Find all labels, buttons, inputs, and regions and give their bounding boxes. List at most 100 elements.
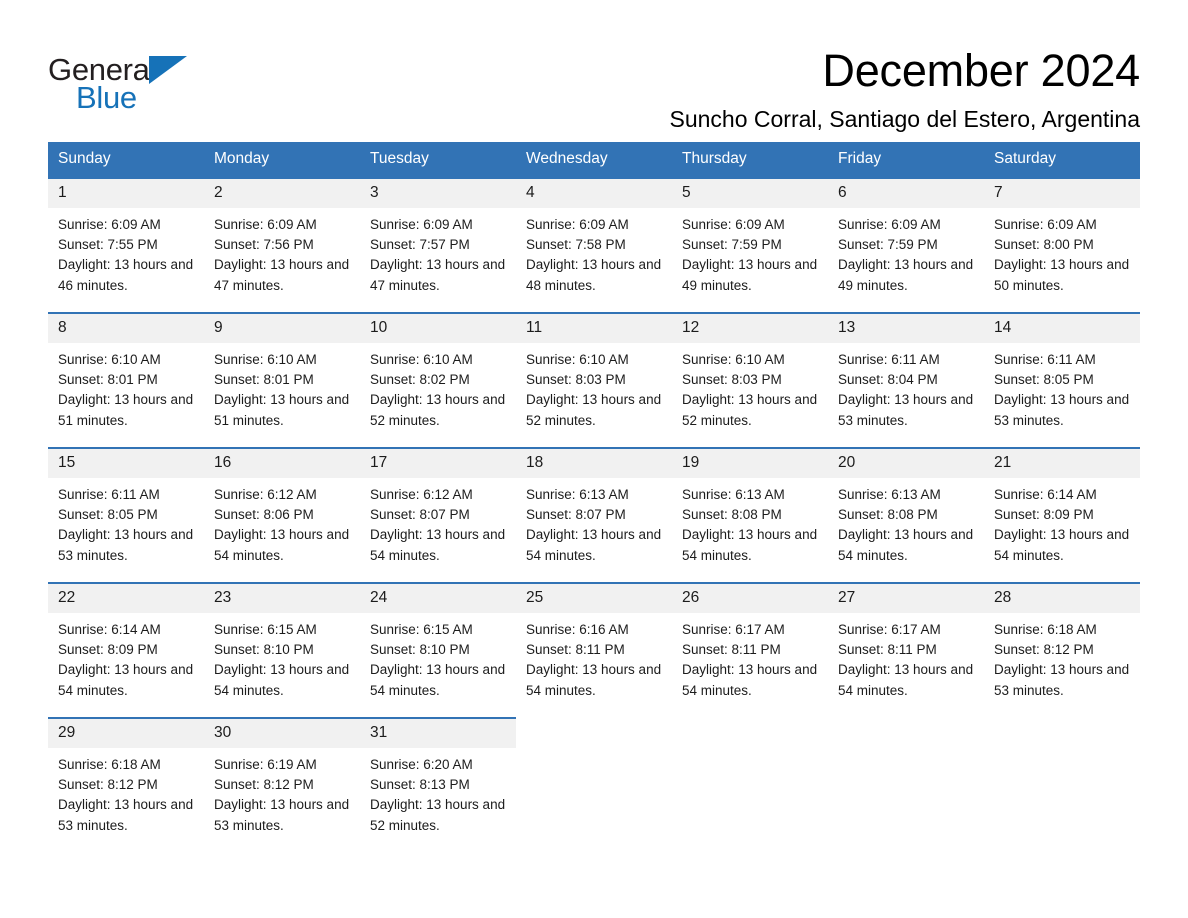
day-details: Sunrise: 6:13 AM Sunset: 8:08 PM Daylight:… xyxy=(828,478,984,566)
day-number: 30 xyxy=(204,719,360,748)
daylight-text: Daylight: 13 hours and 50 minutes. xyxy=(994,257,1130,293)
weekday-header-tuesday: Tuesday xyxy=(360,142,516,178)
calendar-grid: Sunday Monday Tuesday Wednesday Thursday… xyxy=(48,142,1140,853)
sunset-text: Sunset: 8:03 PM xyxy=(526,372,626,388)
day-number: 29 xyxy=(48,719,204,748)
daylight-text: Daylight: 13 hours and 49 minutes. xyxy=(838,257,974,293)
calendar-day-cell[interactable]: 2 Sunrise: 6:09 AM Sunset: 7:56 PM Daylight… xyxy=(204,177,360,313)
calendar-day-cell[interactable]: 21 Sunrise: 6:14 AM Sunset: 8:09 PM Dayligh… xyxy=(984,447,1140,583)
day-number: 27 xyxy=(828,584,984,613)
day-details: Sunrise: 6:09 AM Sunset: 8:00 PM Daylight:… xyxy=(984,208,1140,296)
daylight-text: Daylight: 13 hours and 54 minutes. xyxy=(58,662,194,698)
calendar-day-cell[interactable]: 30 Sunrise: 6:19 AM Sunset: 8:12 PM Dayligh… xyxy=(204,717,360,853)
calendar-day-cell[interactable]: 19 Sunrise: 6:13 AM Sunset: 8:08 PM Dayligh… xyxy=(672,447,828,583)
calendar-week-row: 15 Sunrise: 6:11 AM Sunset: 8:05 PM Dayligh… xyxy=(48,447,1140,583)
day-details: Sunrise: 6:09 AM Sunset: 7:56 PM Daylight:… xyxy=(204,208,360,296)
daylight-text: Daylight: 13 hours and 52 minutes. xyxy=(682,392,818,428)
calendar-day-cell[interactable]: 17 Sunrise: 6:12 AM Sunset: 8:07 PM Dayligh… xyxy=(360,447,516,583)
day-details: Sunrise: 6:16 AM Sunset: 8:11 PM Daylight:… xyxy=(516,613,672,701)
sunset-text: Sunset: 8:13 PM xyxy=(370,777,470,793)
calendar-day-cell[interactable]: 18 Sunrise: 6:13 AM Sunset: 8:07 PM Dayligh… xyxy=(516,447,672,583)
calendar-day-cell[interactable]: 3 Sunrise: 6:09 AM Sunset: 7:57 PM Daylight… xyxy=(360,177,516,313)
sunset-text: Sunset: 8:07 PM xyxy=(526,507,626,523)
sunrise-text: Sunrise: 6:15 AM xyxy=(370,622,473,637)
calendar-cell-empty xyxy=(828,718,984,853)
calendar-day-cell[interactable]: 1 Sunrise: 6:09 AM Sunset: 7:55 PM Daylight… xyxy=(48,177,204,313)
daylight-text: Daylight: 13 hours and 54 minutes. xyxy=(526,527,662,563)
day-number: 5 xyxy=(672,179,828,208)
day-details: Sunrise: 6:12 AM Sunset: 8:07 PM Daylight:… xyxy=(360,478,516,566)
daylight-text: Daylight: 13 hours and 54 minutes. xyxy=(994,527,1130,563)
day-number: 15 xyxy=(48,449,204,478)
calendar-day-cell[interactable]: 7 Sunrise: 6:09 AM Sunset: 8:00 PM Daylight… xyxy=(984,177,1140,313)
calendar-day-cell[interactable]: 12 Sunrise: 6:10 AM Sunset: 8:03 PM Dayligh… xyxy=(672,312,828,448)
calendar-day-cell[interactable]: 16 Sunrise: 6:12 AM Sunset: 8:06 PM Dayligh… xyxy=(204,447,360,583)
calendar-day-cell[interactable]: 27 Sunrise: 6:17 AM Sunset: 8:11 PM Dayligh… xyxy=(828,582,984,718)
calendar-day-cell[interactable]: 14 Sunrise: 6:11 AM Sunset: 8:05 PM Dayligh… xyxy=(984,312,1140,448)
calendar-day-cell[interactable]: 29 Sunrise: 6:18 AM Sunset: 8:12 PM Dayligh… xyxy=(48,717,204,853)
day-details: Sunrise: 6:13 AM Sunset: 8:07 PM Daylight:… xyxy=(516,478,672,566)
sunset-text: Sunset: 8:02 PM xyxy=(370,372,470,388)
day-number: 8 xyxy=(48,314,204,343)
calendar-day-cell[interactable]: 8 Sunrise: 6:10 AM Sunset: 8:01 PM Daylight… xyxy=(48,312,204,448)
sunrise-text: Sunrise: 6:12 AM xyxy=(370,487,473,502)
sunset-text: Sunset: 7:56 PM xyxy=(214,237,314,253)
calendar-day-cell[interactable]: 10 Sunrise: 6:10 AM Sunset: 8:02 PM Dayligh… xyxy=(360,312,516,448)
calendar-day-cell[interactable]: 28 Sunrise: 6:18 AM Sunset: 8:12 PM Dayligh… xyxy=(984,582,1140,718)
sunrise-text: Sunrise: 6:09 AM xyxy=(682,217,785,232)
sunset-text: Sunset: 8:03 PM xyxy=(682,372,782,388)
sunset-text: Sunset: 8:11 PM xyxy=(838,642,937,658)
calendar-day-cell[interactable]: 13 Sunrise: 6:11 AM Sunset: 8:04 PM Dayligh… xyxy=(828,312,984,448)
calendar-day-cell[interactable]: 26 Sunrise: 6:17 AM Sunset: 8:11 PM Dayligh… xyxy=(672,582,828,718)
daylight-text: Daylight: 13 hours and 46 minutes. xyxy=(58,257,194,293)
day-number: 19 xyxy=(672,449,828,478)
day-details: Sunrise: 6:11 AM Sunset: 8:05 PM Daylight:… xyxy=(984,343,1140,431)
calendar-week-row: 1 Sunrise: 6:09 AM Sunset: 7:55 PM Daylight… xyxy=(48,177,1140,313)
daylight-text: Daylight: 13 hours and 54 minutes. xyxy=(682,662,818,698)
day-number: 7 xyxy=(984,179,1140,208)
sunrise-text: Sunrise: 6:20 AM xyxy=(370,757,473,772)
generalblue-logo[interactable]: General Blue xyxy=(48,46,198,116)
calendar-page: General Blue December 2024 Suncho Corral… xyxy=(0,0,1188,918)
calendar-day-cell[interactable]: 9 Sunrise: 6:10 AM Sunset: 8:01 PM Daylight… xyxy=(204,312,360,448)
calendar-day-cell[interactable]: 11 Sunrise: 6:10 AM Sunset: 8:03 PM Dayligh… xyxy=(516,312,672,448)
day-details: Sunrise: 6:11 AM Sunset: 8:04 PM Daylight:… xyxy=(828,343,984,431)
sunset-text: Sunset: 8:10 PM xyxy=(370,642,470,658)
day-number: 24 xyxy=(360,584,516,613)
daylight-text: Daylight: 13 hours and 52 minutes. xyxy=(370,797,506,833)
sunset-text: Sunset: 7:55 PM xyxy=(58,237,158,253)
calendar-cell-empty xyxy=(984,718,1140,853)
calendar-day-cell[interactable]: 23 Sunrise: 6:15 AM Sunset: 8:10 PM Dayligh… xyxy=(204,582,360,718)
calendar-body: 1 Sunrise: 6:09 AM Sunset: 7:55 PM Daylight… xyxy=(48,177,1140,853)
page-header: General Blue December 2024 xyxy=(48,0,1140,113)
day-details: Sunrise: 6:17 AM Sunset: 8:11 PM Daylight:… xyxy=(828,613,984,701)
sunrise-text: Sunrise: 6:12 AM xyxy=(214,487,317,502)
calendar-day-cell[interactable]: 5 Sunrise: 6:09 AM Sunset: 7:59 PM Daylight… xyxy=(672,177,828,313)
daylight-text: Daylight: 13 hours and 53 minutes. xyxy=(58,797,194,833)
calendar-cell-empty xyxy=(516,718,672,853)
calendar-cell-empty xyxy=(672,718,828,853)
sunrise-text: Sunrise: 6:14 AM xyxy=(994,487,1097,502)
calendar-day-cell[interactable]: 24 Sunrise: 6:15 AM Sunset: 8:10 PM Dayligh… xyxy=(360,582,516,718)
day-number: 23 xyxy=(204,584,360,613)
day-number xyxy=(828,718,984,747)
weekday-header-friday: Friday xyxy=(828,142,984,178)
sunrise-text: Sunrise: 6:11 AM xyxy=(838,352,940,367)
calendar-day-cell[interactable]: 6 Sunrise: 6:09 AM Sunset: 7:59 PM Daylight… xyxy=(828,177,984,313)
day-number xyxy=(672,718,828,747)
daylight-text: Daylight: 13 hours and 54 minutes. xyxy=(682,527,818,563)
sunrise-text: Sunrise: 6:09 AM xyxy=(838,217,941,232)
day-details: Sunrise: 6:13 AM Sunset: 8:08 PM Daylight:… xyxy=(672,478,828,566)
calendar-day-cell[interactable]: 25 Sunrise: 6:16 AM Sunset: 8:11 PM Dayligh… xyxy=(516,582,672,718)
day-details: Sunrise: 6:18 AM Sunset: 8:12 PM Daylight:… xyxy=(984,613,1140,701)
calendar-day-cell[interactable]: 4 Sunrise: 6:09 AM Sunset: 7:58 PM Daylight… xyxy=(516,177,672,313)
calendar-day-cell[interactable]: 20 Sunrise: 6:13 AM Sunset: 8:08 PM Dayligh… xyxy=(828,447,984,583)
calendar-day-cell[interactable]: 15 Sunrise: 6:11 AM Sunset: 8:05 PM Dayligh… xyxy=(48,447,204,583)
calendar-day-cell[interactable]: 22 Sunrise: 6:14 AM Sunset: 8:09 PM Dayligh… xyxy=(48,582,204,718)
day-details: Sunrise: 6:10 AM Sunset: 8:02 PM Daylight:… xyxy=(360,343,516,431)
daylight-text: Daylight: 13 hours and 49 minutes. xyxy=(682,257,818,293)
sunrise-text: Sunrise: 6:17 AM xyxy=(838,622,941,637)
day-number xyxy=(516,718,672,747)
day-number: 2 xyxy=(204,179,360,208)
calendar-day-cell[interactable]: 31 Sunrise: 6:20 AM Sunset: 8:13 PM Dayligh… xyxy=(360,717,516,853)
